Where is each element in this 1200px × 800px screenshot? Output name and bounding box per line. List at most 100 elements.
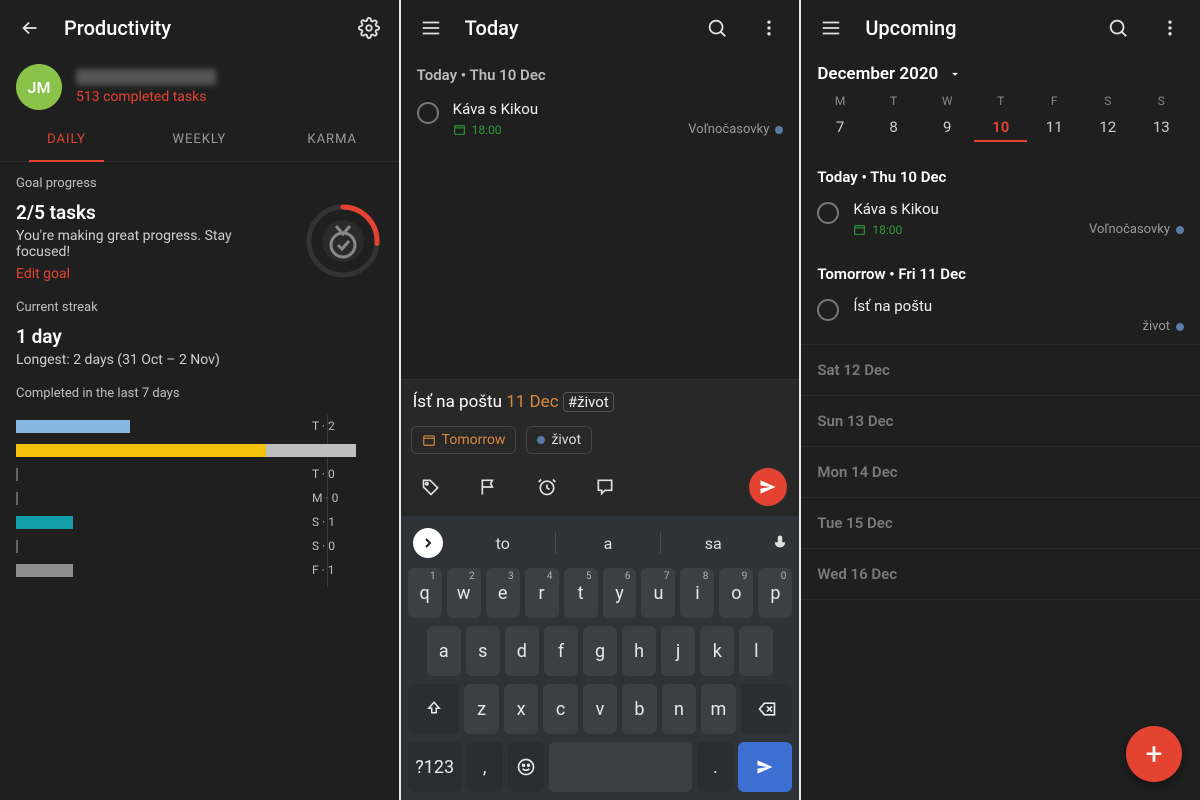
key-l[interactable]: l [739,626,773,676]
task-time: 18:00 [872,223,902,237]
mode-key[interactable]: ?123 [408,742,462,792]
backspace-key[interactable] [741,684,793,734]
bar-row: W · 5 [16,441,383,459]
goal-section: Goal progress 2/5 tasks You're making gr… [0,162,399,286]
key-g[interactable]: g [583,626,617,676]
empty-day-header[interactable]: Wed 16 Dec [801,549,1200,599]
appbar: Productivity [0,0,399,56]
label-icon[interactable] [413,469,449,505]
key-b[interactable]: b [622,684,656,734]
page-title: Today [465,16,684,40]
chevron-right-icon[interactable] [413,528,443,558]
add-task-fab[interactable]: + [1126,726,1182,782]
week-cell[interactable]: T10 [974,94,1028,142]
task-title: Káva s Kikou [453,100,784,118]
key-h[interactable]: h [622,626,656,676]
key-i[interactable]: i8 [680,568,714,618]
avatar[interactable]: JM [16,64,62,110]
week-cell[interactable]: F11 [1027,94,1081,142]
task-row[interactable]: Káva s Kikou 18:00 Voľnočasovky [401,94,800,147]
back-icon[interactable] [12,10,48,46]
alarm-icon[interactable] [529,469,565,505]
empty-day-header[interactable]: Mon 14 Dec [801,447,1200,497]
menu-icon[interactable] [413,10,449,46]
overflow-icon[interactable] [1152,10,1188,46]
key-y[interactable]: y6 [603,568,637,618]
key-w[interactable]: w2 [447,568,481,618]
key-k[interactable]: k [700,626,734,676]
goal-count: 2/5 tasks [16,201,236,224]
task-checkbox[interactable] [817,299,839,321]
submit-task-button[interactable] [749,468,787,506]
key-j[interactable]: j [661,626,695,676]
key-t[interactable]: t5 [564,568,598,618]
search-icon[interactable] [699,10,735,46]
key-a[interactable]: a [427,626,461,676]
week-cell[interactable]: S12 [1081,94,1135,142]
week-cell[interactable]: M7 [813,94,867,142]
flag-icon[interactable] [471,469,507,505]
chip-tomorrow[interactable]: Tomorrow [411,426,517,454]
key-d[interactable]: d [505,626,539,676]
suggestion[interactable]: a [556,534,660,553]
date-chip[interactable]: 11 Dec [506,392,558,412]
tag-chip[interactable]: #život [563,392,614,412]
suggestion[interactable]: to [451,534,555,553]
task-row[interactable]: Ísť na poštu život [801,291,1200,344]
key-m[interactable]: m [701,684,735,734]
tab-daily[interactable]: DAILY [0,118,133,161]
tab-karma[interactable]: KARMA [266,118,399,161]
suggestion[interactable]: sa [661,534,765,553]
mic-icon[interactable] [765,525,795,561]
today-header: Today • Thu 10 Dec [801,150,1200,194]
key-x[interactable]: x [504,684,538,734]
enter-key[interactable] [738,742,792,792]
comma-key[interactable]: , [467,742,503,792]
period-key[interactable]: . [697,742,733,792]
week-cell[interactable]: T8 [867,94,921,142]
key-u[interactable]: u7 [641,568,675,618]
task-row[interactable]: Káva s Kikou 18:00 Voľnočasovky [801,194,1200,247]
key-r[interactable]: r4 [525,568,559,618]
screen-upcoming: Upcoming December 2020 M7T8W9T10F11S12S1… [801,0,1200,800]
screen-productivity: Productivity JM 513 completed tasks DAIL… [0,0,399,800]
goal-label: Goal progress [16,176,383,191]
month-picker[interactable]: December 2020 [801,56,1200,92]
emoji-key[interactable] [508,742,544,792]
task-checkbox[interactable] [817,202,839,224]
week-cell[interactable]: S13 [1135,94,1189,142]
bar-chart: T · 2W · 5T · 0M · 0S · 1S · 0F · 1 [16,411,383,591]
empty-day-header[interactable]: Sun 13 Dec [801,396,1200,446]
space-key[interactable] [549,742,693,792]
key-c[interactable]: c [543,684,577,734]
bar-label: T · 2 [312,419,335,433]
key-v[interactable]: v [583,684,617,734]
task-title: Káva s Kikou [853,200,1184,218]
key-o[interactable]: o9 [719,568,753,618]
edit-goal-link[interactable]: Edit goal [16,266,236,282]
tabs: DAILY WEEKLY KARMA [0,118,399,162]
streak-longest: Longest: 2 days (31 Oct – 2 Nov) [16,352,383,368]
task-title: Ísť na poštu [853,297,1184,315]
week-cell[interactable]: W9 [920,94,974,142]
quick-add-input[interactable]: Ísť na poštu 11 Dec #život [411,388,790,416]
comment-icon[interactable] [587,469,623,505]
shift-key[interactable] [408,684,460,734]
key-s[interactable]: s [466,626,500,676]
search-icon[interactable] [1100,10,1136,46]
overflow-icon[interactable] [751,10,787,46]
chip-project[interactable]: život [526,426,592,454]
key-p[interactable]: p0 [758,568,792,618]
key-e[interactable]: e3 [486,568,520,618]
key-n[interactable]: n [662,684,696,734]
settings-icon[interactable] [351,10,387,46]
tab-weekly[interactable]: WEEKLY [133,118,266,161]
key-z[interactable]: z [464,684,498,734]
empty-day-header[interactable]: Sat 12 Dec [801,345,1200,395]
empty-day-header[interactable]: Tue 15 Dec [801,498,1200,548]
key-f[interactable]: f [544,626,578,676]
key-q[interactable]: q1 [408,568,442,618]
task-checkbox[interactable] [417,102,439,124]
bar-label: F · 1 [312,563,334,577]
menu-icon[interactable] [813,10,849,46]
